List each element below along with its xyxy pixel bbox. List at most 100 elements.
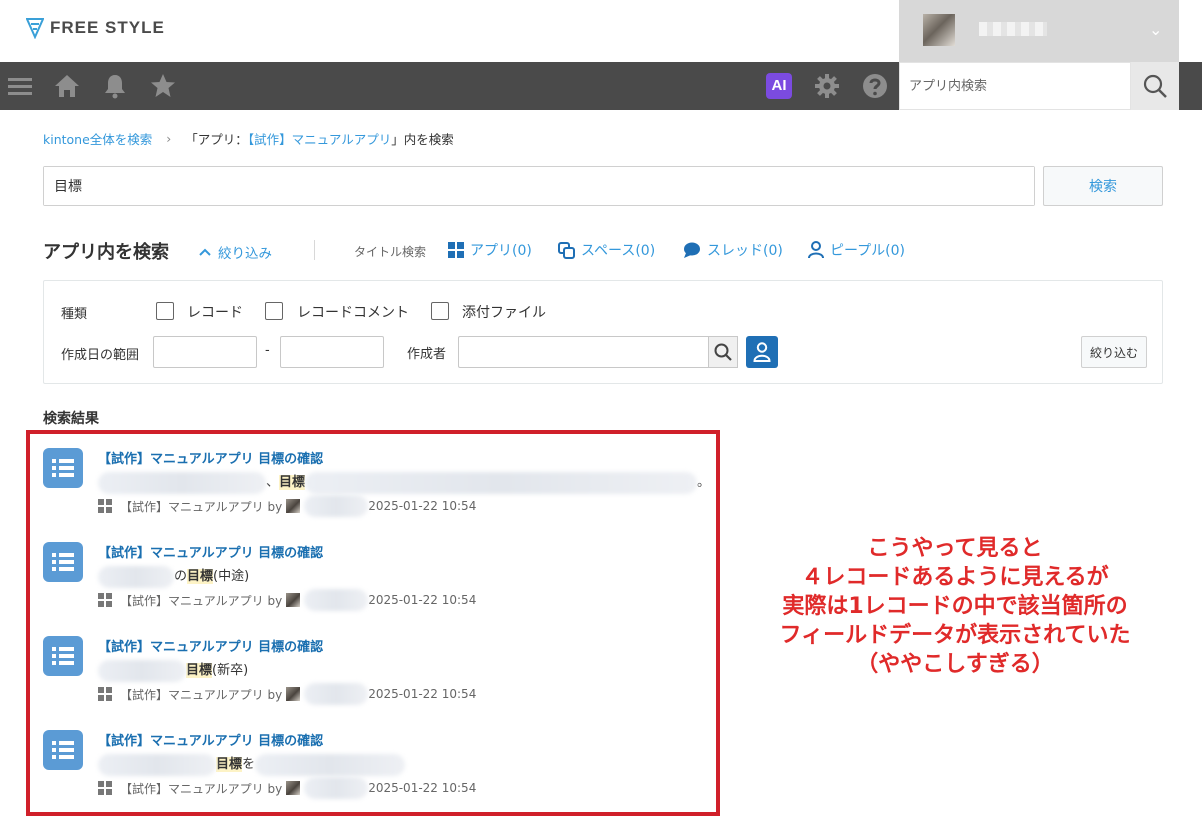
meta-app: 【試作】マニュアルアプリ by <box>120 499 283 514</box>
annotation-line: （ややこしすぎる） <box>856 652 1054 677</box>
redacted-name <box>304 495 369 517</box>
record-list-icon <box>43 730 83 770</box>
category-thread-link[interactable]: スレッド(0) <box>683 240 783 260</box>
date-range-label: 作成日の範囲 <box>61 348 140 363</box>
person-icon <box>808 241 824 259</box>
date-to-input[interactable] <box>280 336 384 368</box>
user-menu[interactable]: ⌄ <box>899 0 1179 62</box>
home-icon[interactable] <box>53 72 81 100</box>
divider <box>314 240 315 260</box>
result-snippet: の目標(中途) <box>98 565 250 588</box>
creator-input[interactable] <box>458 336 708 368</box>
result-snippet: 目標を <box>98 753 406 776</box>
category-apps-label: アプリ(0) <box>470 243 532 259</box>
app-grid-icon <box>98 593 112 607</box>
result-meta: 【試作】マニュアルアプリ by 2025-01-22 10:54 <box>98 589 476 611</box>
gear-icon[interactable] <box>813 72 841 100</box>
chevron-up-icon <box>199 248 211 256</box>
meta-app: 【試作】マニュアルアプリ by <box>120 781 283 796</box>
app-search-box[interactable] <box>899 62 1131 110</box>
result-item: 【試作】マニュアルアプリ 目標の確認 、目標 。 【試作】マニュアルアプリ by … <box>43 436 710 524</box>
snippet-after: を <box>242 757 256 772</box>
redacted-name <box>304 777 369 799</box>
logo-text: FREE STYLE <box>50 18 165 37</box>
category-people-link[interactable]: ピープル(0) <box>808 240 905 260</box>
annotation-line: 実際は1レコードの中で該当箇所の <box>782 594 1128 619</box>
redacted-name <box>304 683 369 705</box>
meta-date: 2025-01-22 10:54 <box>368 499 477 513</box>
bell-icon[interactable] <box>101 72 129 100</box>
filter-toggle-label: 絞り込み <box>218 246 272 262</box>
annotation-line: フィールドデータが表示されていた <box>779 623 1131 648</box>
redacted-text <box>305 471 698 494</box>
breadcrumb-current-prefix: 「アプリ： <box>185 132 248 147</box>
breadcrumb-root-link[interactable]: kintone全体を検索 <box>43 129 152 148</box>
result-meta: 【試作】マニュアルアプリ by 2025-01-22 10:54 <box>98 495 476 517</box>
attachment-checkbox-label: 添付ファイル <box>462 305 546 321</box>
category-apps-link[interactable]: アプリ(0) <box>448 240 532 260</box>
result-snippet: 、目標 。 <box>98 471 710 494</box>
breadcrumb-current: 「アプリ：【試作】マニュアルアプリ」内を検索 <box>185 129 453 148</box>
creator-avatar <box>286 499 301 513</box>
narrow-button[interactable]: 絞り込む <box>1081 336 1147 368</box>
keyword-search-box[interactable] <box>43 166 1035 206</box>
result-title-link[interactable]: 【試作】マニュアルアプリ 目標の確認 <box>98 636 323 655</box>
user-name-redacted <box>979 22 1047 36</box>
star-icon[interactable] <box>149 72 177 100</box>
record-comment-checkbox[interactable] <box>265 302 283 320</box>
results-label: 検索結果 <box>43 411 99 427</box>
app-grid-icon <box>98 499 112 513</box>
creator-avatar <box>286 781 301 795</box>
snippet-after: (新卒) <box>212 663 249 678</box>
apps-icon <box>448 242 464 258</box>
record-list-icon <box>43 448 83 488</box>
user-picker-button[interactable] <box>746 336 778 368</box>
search-icon <box>714 343 732 361</box>
redacted-text <box>98 753 216 776</box>
app-grid-icon <box>98 781 112 795</box>
record-comment-checkbox-label: レコードコメント <box>297 305 409 321</box>
chevron-down-icon[interactable]: ⌄ <box>1149 20 1162 39</box>
breadcrumb-separator: › <box>166 131 172 146</box>
creator-label: 作成者 <box>407 347 447 362</box>
avatar <box>923 14 955 46</box>
result-snippet: 目標(新卒) <box>98 659 249 682</box>
result-title-link[interactable]: 【試作】マニュアルアプリ 目標の確認 <box>98 542 323 561</box>
app-header: FREE STYLE ⌄ <box>0 0 1202 62</box>
category-thread-label: スレッド(0) <box>707 243 783 259</box>
record-checkbox[interactable] <box>156 302 174 320</box>
snippet-after: (中途) <box>213 569 250 584</box>
snippet-before: の <box>174 569 188 584</box>
record-list-icon <box>43 636 83 676</box>
annotation-text: こうやって見ると ４レコードあるように見えるが 実際は1レコードの中で該当箇所の… <box>740 534 1170 679</box>
creator-avatar <box>286 593 301 607</box>
creator-avatar <box>286 687 301 701</box>
app-search-input[interactable] <box>900 63 1130 109</box>
record-checkbox-label: レコード <box>187 305 243 321</box>
filter-toggle[interactable]: 絞り込み <box>198 242 272 262</box>
type-label: 種類 <box>61 307 88 322</box>
search-button[interactable]: 検索 <box>1043 166 1163 206</box>
snippet-highlight: 目標 <box>186 663 213 678</box>
category-space-link[interactable]: スペース(0) <box>558 240 655 260</box>
space-icon <box>558 241 575 259</box>
logo[interactable]: FREE STYLE <box>26 17 165 39</box>
date-from-input[interactable] <box>153 336 257 368</box>
logo-mark-icon <box>26 18 44 39</box>
result-item: 【試作】マニュアルアプリ 目標の確認 目標(新卒) 【試作】マニュアルアプリ b… <box>43 624 703 712</box>
creator-search-button[interactable] <box>708 336 738 368</box>
result-title-link[interactable]: 【試作】マニュアルアプリ 目標の確認 <box>98 448 323 467</box>
result-title-link[interactable]: 【試作】マニュアルアプリ 目標の確認 <box>98 730 323 749</box>
meta-date: 2025-01-22 10:54 <box>368 593 477 607</box>
ai-button[interactable]: AI <box>766 73 792 99</box>
keyword-input[interactable] <box>44 167 1034 205</box>
meta-app: 【試作】マニュアルアプリ by <box>120 687 283 702</box>
breadcrumb-current-suffix: 」内を検索 <box>391 132 454 147</box>
redacted-name <box>304 589 369 611</box>
attachment-checkbox[interactable] <box>431 302 449 320</box>
thread-icon <box>684 242 700 258</box>
menu-icon[interactable] <box>6 72 34 100</box>
category-people-label: ピープル(0) <box>830 243 905 259</box>
app-search-button[interactable] <box>1131 62 1179 110</box>
help-icon[interactable] <box>861 72 889 100</box>
